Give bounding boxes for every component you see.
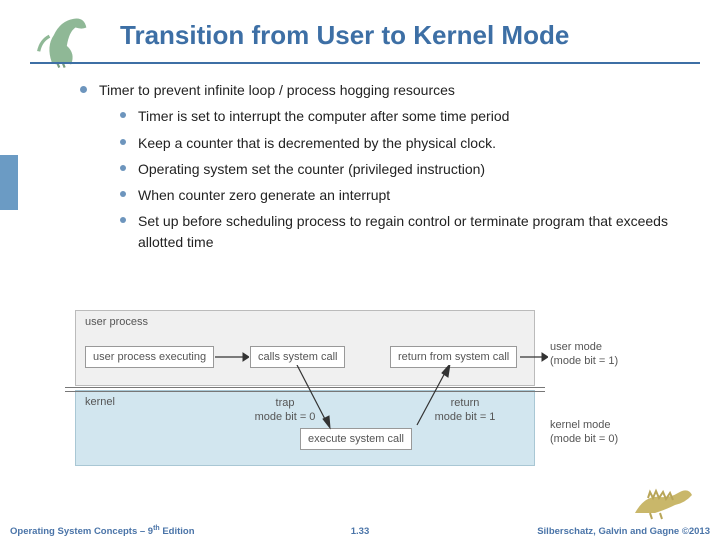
- bullet-text: Keep a counter that is decremented by th…: [138, 133, 496, 153]
- bullet-text: Timer to prevent infinite loop / process…: [99, 80, 455, 100]
- arrow-right-icon: [520, 352, 548, 362]
- slide-footer: Operating System Concepts – 9th Edition …: [0, 518, 720, 538]
- bullet-dot-icon: [120, 191, 126, 197]
- list-item: Timer to prevent infinite loop / process…: [60, 80, 680, 100]
- mode-transition-diagram: user process kernel user process executi…: [75, 300, 645, 480]
- bullet-dot-icon: [120, 165, 126, 171]
- box-user-executing: user process executing: [85, 346, 214, 368]
- footer-page-number: 1.33: [351, 526, 370, 537]
- bullet-list: Timer to prevent infinite loop / process…: [60, 80, 680, 258]
- list-item: Timer is set to interrupt the computer a…: [60, 106, 680, 126]
- user-process-label: user process: [85, 316, 148, 328]
- footer-left: Operating System Concepts – 9th Edition: [10, 525, 195, 537]
- kernel-label: kernel: [85, 396, 115, 408]
- title-underline: [30, 62, 700, 64]
- list-item: When counter zero generate an interrupt: [60, 185, 680, 205]
- bullet-text: Set up before scheduling process to rega…: [138, 211, 680, 252]
- footer-book-title: Operating System Concepts – 9: [10, 526, 153, 537]
- bullet-text: When counter zero generate an interrupt: [138, 185, 390, 205]
- arrow-right-icon: [215, 352, 249, 362]
- bullet-dot-icon: [120, 112, 126, 118]
- dinosaur-logo-bottom: [630, 475, 700, 520]
- bullet-text: Operating system set the counter (privil…: [138, 159, 485, 179]
- footer-edition-sup: th: [153, 525, 160, 532]
- annotation-return: return mode bit = 1: [430, 396, 500, 425]
- annotation-trap: trap mode bit = 0: [250, 396, 320, 425]
- bullet-text: Timer is set to interrupt the computer a…: [138, 106, 509, 126]
- bullet-dot-icon: [80, 86, 87, 93]
- slide-title: Transition from User to Kernel Mode: [120, 20, 569, 51]
- side-label-user-mode: user mode (mode bit = 1): [550, 340, 618, 369]
- list-item: Operating system set the counter (privil…: [60, 159, 680, 179]
- bullet-dot-icon: [120, 139, 126, 145]
- footer-copyright: Silberschatz, Galvin and Gagne ©2013: [537, 526, 710, 537]
- sidebar-accent: [0, 155, 18, 210]
- list-item: Set up before scheduling process to rega…: [60, 211, 680, 252]
- side-label-kernel-mode: kernel mode (mode bit = 0): [550, 418, 618, 447]
- list-item: Keep a counter that is decremented by th…: [60, 133, 680, 153]
- footer-edition: Edition: [160, 526, 195, 537]
- bullet-dot-icon: [120, 217, 126, 223]
- box-execute-syscall: execute system call: [300, 428, 412, 450]
